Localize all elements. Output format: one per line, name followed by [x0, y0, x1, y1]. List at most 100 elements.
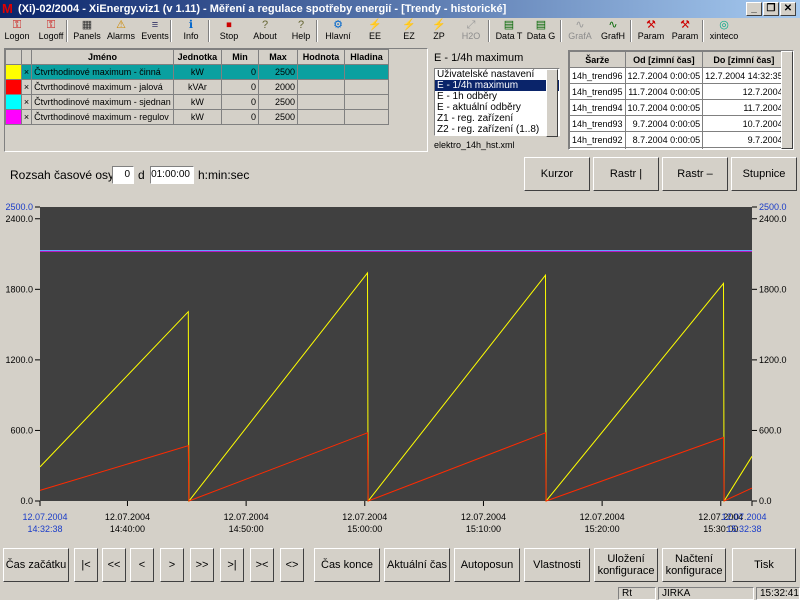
toolbar-separator — [702, 20, 704, 42]
minimize-button[interactable]: _ — [746, 2, 762, 16]
batch-row[interactable]: 14h_trend917.7.2004 0:00:058.7.2004 — [569, 147, 786, 149]
trend-list-item[interactable]: E - 1/4h maximum — [435, 80, 559, 91]
first-button[interactable]: |< — [74, 548, 98, 582]
trend-list-item[interactable]: E - 1h odběry — [435, 91, 559, 102]
time-end-button[interactable]: Čas konce — [314, 548, 380, 582]
batch-row[interactable]: 14h_trend94 10.7.2004 0:00:05 11.7.2004 — [569, 99, 786, 116]
toolbar-button-19[interactable]: ⚒ Param — [670, 18, 700, 44]
toolbar-button-4[interactable]: ≡ Events — [138, 18, 172, 44]
y-tick-label-left: 600.0 — [10, 425, 33, 435]
col-header-unit[interactable]: Jednotka — [172, 49, 223, 65]
toolbar-button-1[interactable]: ⚿ Logoff — [34, 18, 68, 44]
back-button[interactable]: < — [130, 548, 154, 582]
variable-unit: kW — [172, 64, 223, 80]
range-time-input[interactable]: 01:00:00 — [150, 166, 194, 184]
grid-vertical-button[interactable]: Rastr | — [593, 157, 659, 191]
col-header-batch[interactable]: Šarže — [569, 51, 626, 68]
toolbar-button-18[interactable]: ⚒ Param — [636, 18, 666, 44]
trend-selected-header[interactable]: E - 1/4h maximum — [434, 52, 523, 64]
toolbar-button-17[interactable]: ∿ GrafH — [598, 18, 628, 44]
toolbar-button-13[interactable]: ⤢ H2O — [456, 18, 486, 44]
batch-row[interactable]: 14h_trend96 12.7.2004 0:00:05 12.7.2004 14… — [569, 67, 786, 84]
grid-horizontal-button[interactable]: Rastr – — [662, 157, 728, 191]
toolbar-button-2[interactable]: ▦ Panels — [72, 18, 102, 44]
variable-color-swatch[interactable] — [5, 64, 22, 80]
toolbar-label: Param — [637, 31, 665, 41]
remove-variable-icon[interactable]: × — [20, 64, 33, 80]
toolbar-button-12[interactable]: ⚡ ZP — [426, 18, 452, 44]
last-button[interactable]: >| — [220, 548, 244, 582]
col-header-from[interactable]: Od [zimní čas] — [624, 51, 704, 68]
load-config-button[interactable]: Načtení konfigurace — [662, 548, 726, 582]
col-header-min[interactable]: Min — [221, 49, 259, 65]
variable-table: Jméno Jednotka Min Max Hodnota Hladina ×… — [5, 49, 390, 125]
zoom-out-button[interactable]: <> — [280, 548, 304, 582]
col-header-max[interactable]: Max — [257, 49, 299, 65]
save-config-button[interactable]: Uložení konfigurace — [594, 548, 658, 582]
fast-back-button[interactable]: << — [102, 548, 126, 582]
toolbar-button-16[interactable]: ∿ GrafA — [566, 18, 594, 44]
toolbar-button-3[interactable]: ⚠ Alarms — [106, 18, 136, 44]
trend-list-item[interactable]: Z2 - reg. zařízení (1..8) — [435, 124, 559, 135]
batch-row[interactable]: 14h_trend93 9.7.2004 0:00:05 10.7.2004 — [569, 115, 786, 132]
trend-list-item[interactable]: E - aktuální odběry — [435, 102, 559, 113]
toolbar-button-5[interactable]: ℹ Info — [176, 18, 206, 44]
col-header-value[interactable]: Hodnota — [297, 49, 345, 65]
variable-row[interactable]: × Čtvrthodinové maximum - jalová kVAr 0 2000 — [5, 79, 390, 95]
batch-cell: 14h_trend96 — [569, 67, 626, 84]
properties-button[interactable]: Vlastnosti — [524, 548, 590, 582]
x-tick-date: 12.07.2004 — [342, 512, 387, 522]
variable-color-swatch[interactable] — [5, 109, 22, 125]
col-header-name[interactable]: Jméno — [31, 49, 174, 65]
toolbar-separator — [488, 20, 490, 42]
trend-chart[interactable]: 2500.0 2500.0 2400.0 2400.0 1800.0 1800.0 1200… — [0, 198, 800, 542]
variable-color-swatch[interactable] — [5, 79, 22, 95]
toolbar-button-9[interactable]: ⚙ Hlavní — [322, 18, 354, 44]
batch-cell: 10.7.2004 0:00:05 — [624, 99, 704, 116]
variable-name: Čtvrthodinové maximum - sjednan — [31, 94, 174, 110]
fast-forward-button[interactable]: >> — [190, 548, 214, 582]
toolbar-label: xinteco — [709, 31, 739, 41]
data-t-icon: ▤ — [503, 19, 515, 31]
zoom-in-button[interactable]: >< — [250, 548, 274, 582]
toolbar-button-15[interactable]: ▤ Data G — [526, 18, 556, 44]
toolbar-button-0[interactable]: ⚿ Logon — [2, 18, 32, 44]
batch-table-scrollbar[interactable] — [781, 51, 793, 149]
trend-list-scrollbar[interactable] — [546, 69, 558, 137]
col-header-to[interactable]: Do [zimní čas] — [702, 51, 786, 68]
toolbar-button-7[interactable]: ? About — [250, 18, 280, 44]
variable-row[interactable]: × Čtvrthodinové maximum - regulov kW 0 2500 — [5, 109, 390, 125]
restore-button[interactable]: ❐ — [763, 2, 779, 16]
forward-button[interactable]: > — [160, 548, 184, 582]
toolbar-button-11[interactable]: ⚡ EZ — [394, 18, 424, 44]
range-days-input[interactable]: 0 — [112, 166, 134, 184]
remove-variable-icon[interactable]: × — [20, 109, 33, 125]
scale-button[interactable]: Stupnice — [731, 157, 797, 191]
param-icon: ⚒ — [646, 19, 656, 31]
time-start-button[interactable]: Čas začátku — [3, 548, 69, 582]
variable-color-swatch[interactable] — [5, 94, 22, 110]
variable-row[interactable]: × Čtvrthodinové maximum - sjednan kW 0 2500 — [5, 94, 390, 110]
toolbar-button-14[interactable]: ▤ Data T — [494, 18, 524, 44]
autoscroll-button[interactable]: Autoposun — [454, 548, 520, 582]
current-time-button[interactable]: Aktuální čas — [384, 548, 450, 582]
trend-list-item[interactable]: Uživatelské nastavení — [435, 69, 559, 80]
toolbar-button-6[interactable]: ⏹ Stop — [214, 18, 244, 44]
toolbar-button-20[interactable]: ◎ xinteco — [706, 18, 742, 44]
trend-list-item[interactable]: Z1 - reg. zařízení — [435, 113, 559, 124]
toolbar-label: H2O — [461, 31, 481, 41]
col-header-level[interactable]: Hladina — [343, 49, 390, 65]
batch-row[interactable]: 14h_trend95 11.7.2004 0:00:05 12.7.2004 — [569, 83, 786, 100]
toolbar-button-10[interactable]: ⚡ EE — [360, 18, 390, 44]
trend-list[interactable]: Uživatelské nastavení E - 1/4h maximum E -… — [434, 68, 560, 136]
close-button[interactable]: ✕ — [780, 2, 796, 16]
remove-variable-icon[interactable]: × — [20, 79, 33, 95]
print-button[interactable]: Tisk — [732, 548, 796, 582]
toolbar-button-8[interactable]: ? Help — [286, 18, 316, 44]
batch-row[interactable]: 14h_trend92 8.7.2004 0:00:05 9.7.2004 — [569, 131, 786, 148]
toolbar-separator — [560, 20, 562, 42]
remove-variable-icon[interactable]: × — [20, 94, 33, 110]
cursor-button[interactable]: Kurzor — [524, 157, 590, 191]
variable-row[interactable]: × Čtvrthodinové maximum - činná kW 0 2500 — [5, 64, 390, 80]
variable-value — [297, 79, 345, 95]
